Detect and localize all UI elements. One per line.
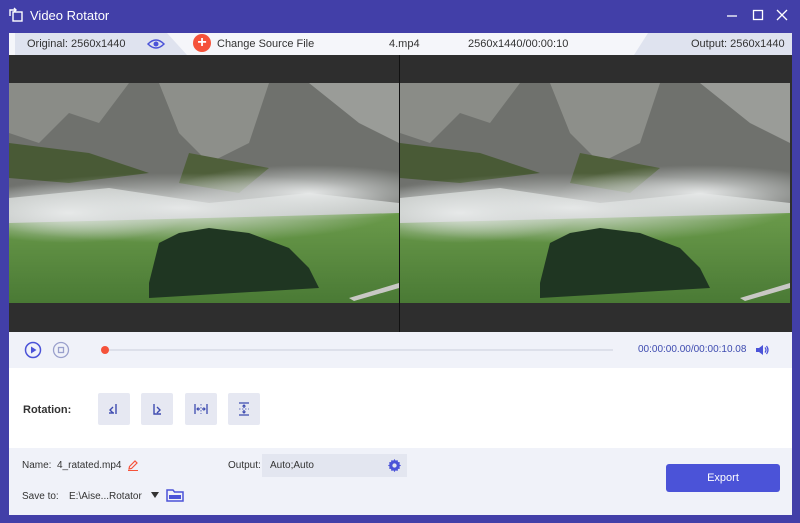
rotate-right-button[interactable] bbox=[141, 393, 173, 425]
volume-icon[interactable] bbox=[754, 342, 770, 358]
flip-vertical-button[interactable] bbox=[228, 393, 260, 425]
title-bar: Video Rotator bbox=[0, 0, 800, 30]
info-bar: Original: 2560x1440 + Change Source File… bbox=[9, 33, 792, 55]
output-resolution: Output: 2560x1440 bbox=[691, 38, 785, 50]
playback-controls: 00:00:00.00/00:00:10.08 bbox=[9, 332, 792, 368]
file-info: 2560x1440/00:00:10 bbox=[468, 38, 569, 50]
change-source-file-button[interactable]: Change Source File bbox=[217, 38, 314, 50]
minimize-button[interactable] bbox=[722, 5, 742, 25]
rotate-left-button[interactable] bbox=[98, 393, 130, 425]
flip-vertical-icon bbox=[239, 402, 249, 416]
rotate-app-icon bbox=[9, 7, 23, 22]
export-settings: Name: 4_ratated.mp4 Output: Auto;Auto Sa… bbox=[9, 448, 792, 515]
rotate-left-icon bbox=[109, 404, 117, 414]
output-settings-field[interactable]: Auto;Auto bbox=[262, 454, 407, 477]
rotate-right-icon bbox=[153, 404, 161, 415]
output-label: Output: bbox=[228, 460, 261, 471]
save-to-label: Save to: bbox=[22, 491, 59, 502]
time-display: 00:00:00.00/00:00:10.08 bbox=[638, 344, 747, 355]
rotation-label: Rotation: bbox=[23, 404, 72, 416]
gear-icon[interactable] bbox=[387, 458, 402, 473]
main-panel: Original: 2560x1440 + Change Source File… bbox=[9, 33, 792, 515]
flip-horizontal-button[interactable] bbox=[185, 393, 217, 425]
flip-horizontal-icon bbox=[194, 404, 208, 414]
pencil-icon[interactable] bbox=[127, 459, 139, 471]
original-resolution: Original: 2560x1440 bbox=[27, 38, 126, 50]
close-button[interactable] bbox=[772, 5, 792, 25]
rotation-section: Rotation: bbox=[9, 368, 792, 448]
timeline-track[interactable] bbox=[105, 349, 613, 351]
export-button[interactable]: Export bbox=[666, 464, 780, 492]
original-video-preview bbox=[9, 83, 399, 303]
name-label: Name: bbox=[22, 460, 52, 471]
chevron-down-icon[interactable] bbox=[150, 491, 160, 499]
save-path: E:\Aise...Rotator bbox=[69, 491, 142, 502]
output-video-preview bbox=[400, 83, 790, 303]
add-icon[interactable]: + bbox=[193, 34, 211, 52]
file-name-field[interactable]: 4_ratated.mp4 bbox=[57, 460, 122, 471]
eye-icon[interactable] bbox=[147, 37, 165, 51]
window-title: Video Rotator bbox=[30, 8, 110, 23]
file-name: 4.mp4 bbox=[389, 38, 420, 50]
play-icon[interactable] bbox=[24, 341, 42, 359]
preview-area bbox=[9, 55, 792, 332]
timeline-playhead[interactable] bbox=[101, 346, 109, 354]
maximize-button[interactable] bbox=[748, 5, 768, 25]
output-value: Auto;Auto bbox=[270, 460, 314, 471]
stop-icon[interactable] bbox=[52, 341, 70, 359]
folder-icon[interactable] bbox=[166, 487, 184, 503]
